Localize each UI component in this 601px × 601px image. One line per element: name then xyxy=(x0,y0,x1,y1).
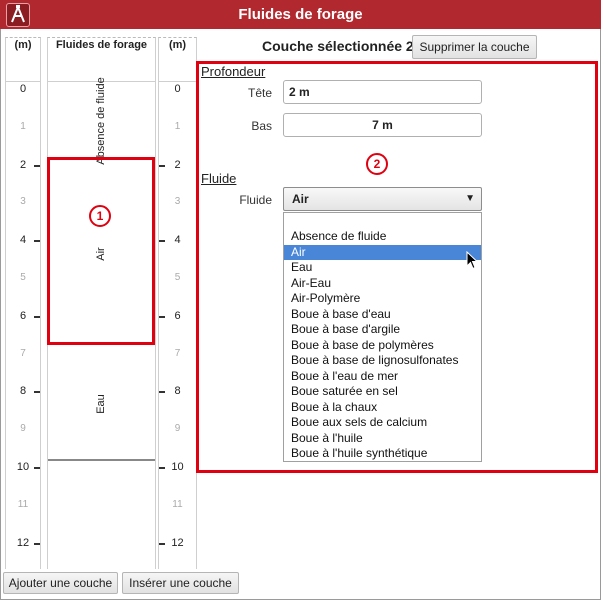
fluide-select-value: Air xyxy=(292,192,309,206)
tick-mark xyxy=(159,467,165,469)
fluide-option[interactable]: Absence de fluide xyxy=(284,229,481,245)
layer-boundary-10m[interactable] xyxy=(48,459,155,461)
fluide-select[interactable]: Air ▼ xyxy=(283,187,482,211)
depth-header-right: (m) xyxy=(159,38,196,82)
fluide-option[interactable]: Boue à base de polymères xyxy=(284,338,481,354)
bas-label: Bas xyxy=(251,119,272,133)
depth-label: 7 xyxy=(174,348,181,359)
fluide-option[interactable]: Boue à l'eau de mer xyxy=(284,369,481,385)
tick-mark xyxy=(34,316,40,318)
tick-mark xyxy=(34,165,40,167)
fluide-option[interactable]: Air-Eau xyxy=(284,276,481,292)
fluide-option[interactable]: Air-Polymère xyxy=(284,291,481,307)
depth-column-right: (m) 0 1 2 3 4 5 6 7 8 9 10 11 12 xyxy=(158,37,197,569)
depth-label: 3 xyxy=(174,196,181,207)
delete-layer-button[interactable]: Supprimer la couche xyxy=(412,35,537,59)
annotation-badge-1: 1 xyxy=(89,205,111,227)
depth-label: 11 xyxy=(172,499,183,510)
depth-label: 0 xyxy=(19,83,27,95)
fluide-section-title: Fluide xyxy=(201,171,237,186)
fluide-option[interactable]: Boue aux sels de calcium xyxy=(284,415,481,431)
fluide-option[interactable]: Boue à base d'eau xyxy=(284,307,481,323)
tick-mark xyxy=(34,240,40,242)
tick-mark xyxy=(159,316,165,318)
fluide-option[interactable]: Boue à la chaux xyxy=(284,400,481,416)
tick-mark xyxy=(34,467,40,469)
add-layer-button[interactable]: Ajouter une couche xyxy=(3,572,118,594)
title-bar: Fluides de forage xyxy=(0,0,601,29)
tete-label: Tête xyxy=(247,86,272,100)
fluide-option[interactable]: Boue à l'huile xyxy=(284,431,481,447)
tick-mark xyxy=(159,391,165,393)
depth-label: 3 xyxy=(20,196,26,207)
tick-mark xyxy=(159,240,165,242)
mouse-cursor-icon xyxy=(466,251,479,270)
tick-mark xyxy=(34,391,40,393)
tick-mark xyxy=(34,543,40,545)
fluide-option[interactable]: Boue à base de lignosulfonates xyxy=(284,353,481,369)
window-title: Fluides de forage xyxy=(238,6,363,23)
selected-layer-air[interactable] xyxy=(47,157,155,345)
bas-input[interactable]: 7 m xyxy=(283,113,482,137)
depth-header-left: (m) xyxy=(6,38,40,82)
insert-layer-button[interactable]: Insérer une couche xyxy=(122,572,239,594)
tete-input[interactable]: 2 m xyxy=(283,80,482,104)
depth-label: 1 xyxy=(174,121,181,132)
fluide-option[interactable]: Eau xyxy=(284,260,481,276)
fluide-option[interactable]: Boue saturée en sel xyxy=(284,384,481,400)
depth-label: 5 xyxy=(174,272,181,283)
depth-label: 9 xyxy=(20,423,26,434)
annotation-badge-2: 2 xyxy=(366,153,388,175)
chevron-down-icon: ▼ xyxy=(465,193,475,204)
fluide-dropdown-list[interactable]: Absence de fluide Air Eau Air-Eau Air-Polymè… xyxy=(283,212,482,462)
fluide-option[interactable]: Air xyxy=(284,244,481,260)
profondeur-section-title: Profondeur xyxy=(201,64,266,79)
tick-mark xyxy=(159,165,165,167)
tick-mark xyxy=(159,543,165,545)
depth-label: 9 xyxy=(174,423,181,434)
fluide-option[interactable]: Boue à l'huile synthétique xyxy=(284,446,481,462)
layer-label-eau: Eau xyxy=(95,394,107,414)
selected-layer-title: Couche sélectionnée 2 xyxy=(262,38,414,54)
fluide-option[interactable]: Boue à base d'argile xyxy=(284,322,481,338)
depth-label: 5 xyxy=(20,272,26,283)
depth-column-left: (m) 0 1 2 3 4 5 6 7 8 9 10 11 12 xyxy=(5,37,41,569)
depth-label: 7 xyxy=(20,348,26,359)
depth-label: 11 xyxy=(17,499,29,510)
depth-label: 1 xyxy=(20,121,26,132)
fluide-label: Fluide xyxy=(239,193,272,207)
depth-label: 0 xyxy=(174,83,181,95)
